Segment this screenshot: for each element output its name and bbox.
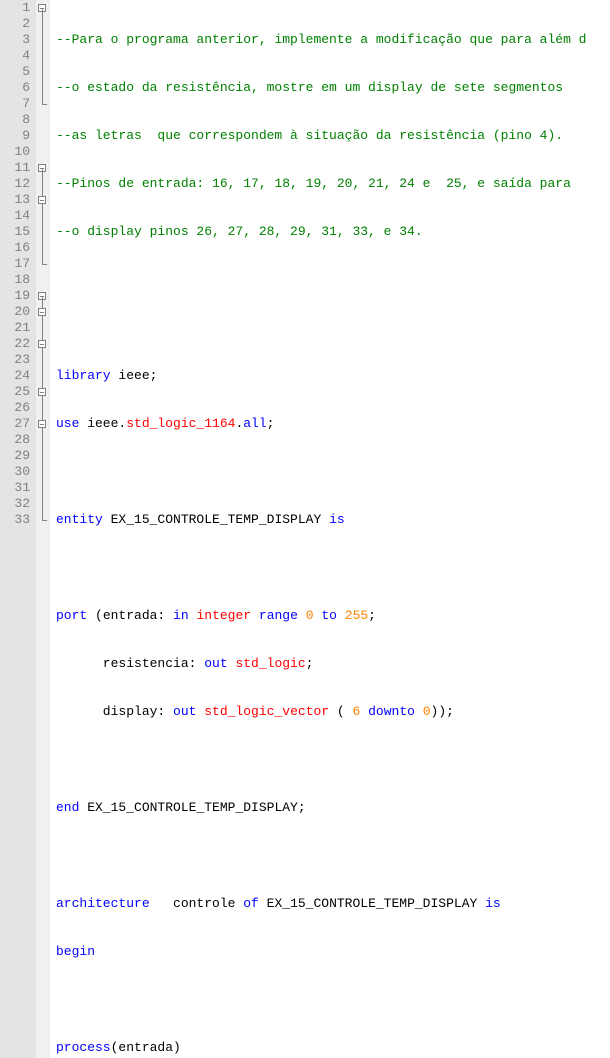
code-area[interactable]: --Para o programa anterior, implemente a… xyxy=(50,0,610,1058)
line-number: 3 xyxy=(0,32,30,48)
code-line[interactable]: architecture controle of EX_15_CONTROLE_… xyxy=(56,896,610,912)
line-number: 27 xyxy=(0,416,30,432)
line-number: 32 xyxy=(0,496,30,512)
line-number: 7 xyxy=(0,96,30,112)
code-line[interactable] xyxy=(56,320,610,336)
line-number: 25 xyxy=(0,384,30,400)
line-number: 1 xyxy=(0,0,30,16)
line-number: 23 xyxy=(0,352,30,368)
line-number: 28 xyxy=(0,432,30,448)
code-line[interactable]: --Para o programa anterior, implemente a… xyxy=(56,32,610,48)
line-number: 10 xyxy=(0,144,30,160)
code-line[interactable]: begin xyxy=(56,944,610,960)
code-line[interactable]: library ieee; xyxy=(56,368,610,384)
line-number: 8 xyxy=(0,112,30,128)
line-number: 18 xyxy=(0,272,30,288)
code-line[interactable]: use ieee.std_logic_1164.all; xyxy=(56,416,610,432)
line-number-gutter: 1 2 3 4 5 6 7 8 9 10 11 12 13 14 15 16 1… xyxy=(0,0,36,1058)
code-line[interactable]: port (entrada: in integer range 0 to 255… xyxy=(56,608,610,624)
line-number: 29 xyxy=(0,448,30,464)
line-number: 13 xyxy=(0,192,30,208)
line-number: 20 xyxy=(0,304,30,320)
code-line[interactable]: --o display pinos 26, 27, 28, 29, 31, 33… xyxy=(56,224,610,240)
fold-toggle-icon[interactable] xyxy=(38,196,46,204)
line-number: 6 xyxy=(0,80,30,96)
line-number: 11 xyxy=(0,160,30,176)
code-line[interactable] xyxy=(56,752,610,768)
fold-gutter xyxy=(36,0,50,1058)
code-line[interactable]: resistencia: out std_logic; xyxy=(56,656,610,672)
line-number: 9 xyxy=(0,128,30,144)
line-number: 31 xyxy=(0,480,30,496)
line-number: 24 xyxy=(0,368,30,384)
line-number: 19 xyxy=(0,288,30,304)
line-number: 21 xyxy=(0,320,30,336)
fold-toggle-icon[interactable] xyxy=(38,388,46,396)
code-line[interactable] xyxy=(56,560,610,576)
line-number: 15 xyxy=(0,224,30,240)
line-number: 2 xyxy=(0,16,30,32)
line-number: 17 xyxy=(0,256,30,272)
line-number: 16 xyxy=(0,240,30,256)
code-line[interactable] xyxy=(56,272,610,288)
code-line[interactable] xyxy=(56,992,610,1008)
code-line[interactable]: process(entrada) xyxy=(56,1040,610,1056)
code-line[interactable]: --o estado da resistência, mostre em um … xyxy=(56,80,610,96)
code-line[interactable]: end EX_15_CONTROLE_TEMP_DISPLAY; xyxy=(56,800,610,816)
fold-toggle-icon[interactable] xyxy=(38,340,46,348)
line-number: 26 xyxy=(0,400,30,416)
code-line[interactable]: --Pinos de entrada: 16, 17, 18, 19, 20, … xyxy=(56,176,610,192)
line-number: 5 xyxy=(0,64,30,80)
fold-toggle-icon[interactable] xyxy=(38,308,46,316)
line-number: 30 xyxy=(0,464,30,480)
code-editor[interactable]: 1 2 3 4 5 6 7 8 9 10 11 12 13 14 15 16 1… xyxy=(0,0,610,1058)
code-line[interactable] xyxy=(56,848,610,864)
line-number: 4 xyxy=(0,48,30,64)
line-number: 14 xyxy=(0,208,30,224)
code-line[interactable] xyxy=(56,464,610,480)
code-line[interactable]: --as letras que correspondem à situação … xyxy=(56,128,610,144)
code-line[interactable]: display: out std_logic_vector ( 6 downto… xyxy=(56,704,610,720)
line-number: 22 xyxy=(0,336,30,352)
line-number: 33 xyxy=(0,512,30,528)
fold-toggle-icon[interactable] xyxy=(38,420,46,428)
code-line[interactable]: entity EX_15_CONTROLE_TEMP_DISPLAY is xyxy=(56,512,610,528)
line-number: 12 xyxy=(0,176,30,192)
